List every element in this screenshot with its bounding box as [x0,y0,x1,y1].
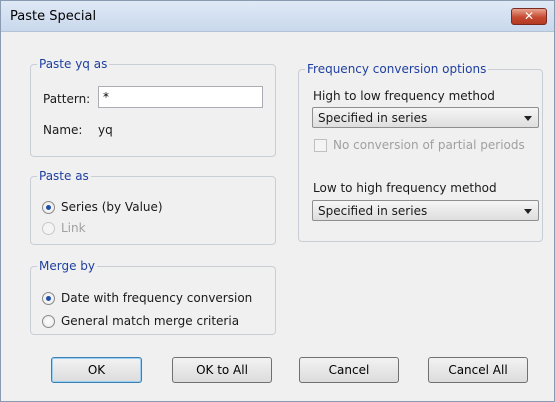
series-by-value-radio[interactable] [42,201,55,214]
title-bar[interactable]: Paste Special ✕ [1,1,554,32]
paste-as-legend: Paste as [39,169,89,183]
paste-special-dialog: Paste Special ✕ Paste yq as Pattern: Nam… [0,0,555,402]
date-frequency-radio[interactable] [42,292,55,305]
cancel-button[interactable]: Cancel [299,357,399,383]
link-radio [42,222,55,235]
general-match-label[interactable]: General match merge criteria [61,314,239,328]
link-label: Link [61,221,86,235]
close-icon: ✕ [523,9,535,23]
general-match-radio[interactable] [42,315,55,328]
cancel-all-button[interactable]: Cancel All [428,357,528,383]
name-value: yq [98,123,113,137]
high-to-low-label: High to low frequency method [313,89,495,103]
pattern-input[interactable] [98,86,263,108]
series-by-value-label[interactable]: Series (by Value) [61,200,163,214]
pattern-label: Pattern: [43,92,91,106]
ok-button[interactable]: OK [51,357,142,383]
paste-as-name-legend: Paste yq as [39,57,108,71]
chevron-down-icon [524,116,532,121]
high-to-low-value: Specified in series [318,111,428,125]
low-to-high-select[interactable]: Specified in series [312,200,539,221]
low-to-high-value: Specified in series [318,204,428,218]
chevron-down-icon [524,209,532,214]
ok-to-all-button[interactable]: OK to All [172,357,272,383]
close-button[interactable]: ✕ [511,8,547,25]
date-frequency-label[interactable]: Date with frequency conversion [61,291,252,305]
name-label: Name: [43,123,83,137]
high-to-low-select[interactable]: Specified in series [312,107,539,128]
merge-by-legend: Merge by [39,259,95,273]
dialog-title: Paste Special [10,9,97,24]
frequency-conversion-legend: Frequency conversion options [307,62,487,76]
no-partial-checkbox [314,139,327,152]
low-to-high-label: Low to high frequency method [313,181,497,195]
no-partial-label: No conversion of partial periods [333,138,525,152]
